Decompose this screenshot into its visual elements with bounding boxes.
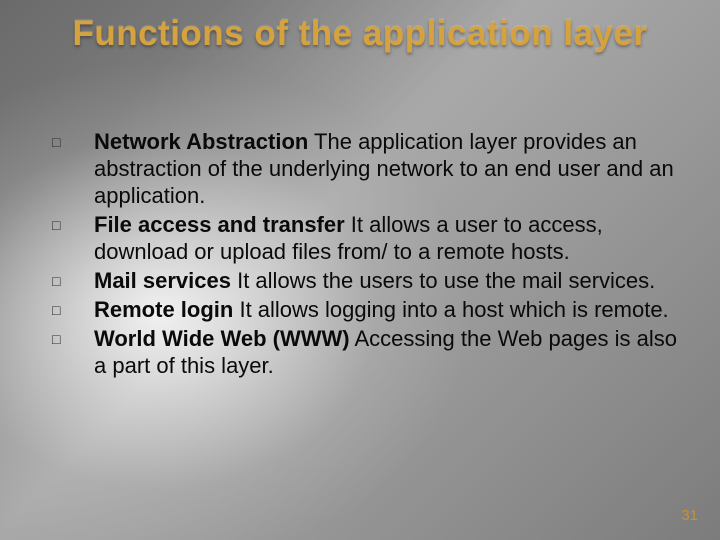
content-area: □ Network Abstraction The application la… — [52, 128, 680, 381]
list-item: □ File access and transfer It allows a u… — [52, 211, 680, 265]
list-item-term: File access and transfer — [94, 212, 345, 237]
list-item-text: World Wide Web (WWW) Accessing the Web p… — [94, 325, 680, 379]
list-item: □ Remote login It allows logging into a … — [52, 296, 680, 323]
list-item-text: Mail services It allows the users to use… — [94, 267, 680, 294]
list-item: □ World Wide Web (WWW) Accessing the Web… — [52, 325, 680, 379]
bullet-icon: □ — [52, 325, 94, 348]
list-item-term: World Wide Web (WWW) — [94, 326, 350, 351]
list-item-desc: It allows logging into a host which is r… — [233, 297, 668, 322]
list-item-term: Remote login — [94, 297, 233, 322]
bullet-icon: □ — [52, 128, 94, 151]
list-item: □ Mail services It allows the users to u… — [52, 267, 680, 294]
list-item-text: Network Abstraction The application laye… — [94, 128, 680, 209]
list-item-desc: It allows the users to use the mail serv… — [231, 268, 655, 293]
slide: Functions of the application layer □ Net… — [0, 0, 720, 540]
list-item-term: Network Abstraction — [94, 129, 308, 154]
list-item-text: File access and transfer It allows a use… — [94, 211, 680, 265]
bullet-icon: □ — [52, 296, 94, 319]
list-item-term: Mail services — [94, 268, 231, 293]
slide-title: Functions of the application layer — [0, 14, 720, 54]
page-number: 31 — [681, 507, 698, 524]
bullet-icon: □ — [52, 267, 94, 290]
list-item-text: Remote login It allows logging into a ho… — [94, 296, 680, 323]
list-item: □ Network Abstraction The application la… — [52, 128, 680, 209]
bullet-icon: □ — [52, 211, 94, 234]
